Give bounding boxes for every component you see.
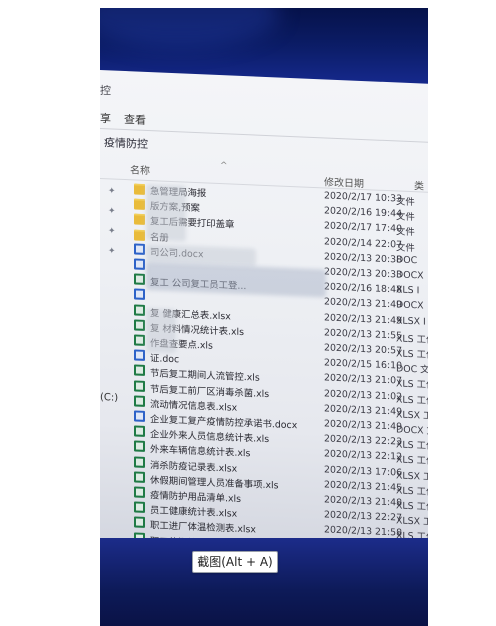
file-date: 2020/2/16 18:48 (324, 281, 403, 296)
folder-icon (134, 213, 145, 226)
excel-file-icon (134, 440, 145, 453)
file-date: 2020/2/17 17:40 (324, 220, 403, 236)
file-date: 2020/2/13 22:23 (324, 433, 403, 448)
file-type: XLS 工作 (396, 485, 428, 498)
file-date: 2020/2/13 21:58 (324, 524, 403, 540)
excel-file-icon (134, 319, 145, 331)
file-date: 2020/2/17 10:33 (324, 190, 403, 205)
file-type: 文件 (396, 241, 415, 254)
excel-file-icon (134, 304, 145, 316)
excel-file-icon (134, 456, 145, 468)
word-doc-icon (134, 349, 145, 362)
file-type: DOC 文 (396, 363, 428, 376)
excel-file-icon (134, 273, 145, 286)
file-type: 文件 (396, 211, 415, 224)
excel-file-icon (134, 364, 145, 377)
word-doc-icon (134, 288, 145, 301)
column-header-name[interactable]: 名称 (130, 161, 150, 177)
word-doc-icon (134, 243, 145, 255)
file-type: XLS I (396, 284, 420, 297)
folder-icon (134, 229, 145, 241)
sort-arrow-icon: ^ (220, 161, 228, 172)
file-date: 2020/2/13 21:49 (324, 403, 403, 418)
file-date: 2020/2/13 21:49 (324, 418, 403, 433)
window-title: 控 (100, 84, 111, 98)
file-type: XLS 工作 (396, 454, 428, 468)
file-type: 文件 (396, 226, 415, 239)
file-date: 2020/2/13 21:07 (324, 372, 403, 388)
column-header-date[interactable]: 修改日期 (324, 173, 364, 190)
file-date: 2020/2/13 20:33 (324, 266, 403, 281)
file-type: XLS 工作 (396, 439, 428, 453)
file-date: 2020/2/13 20:57 (324, 342, 403, 357)
file-date: 2020/2/15 16:10 (324, 357, 403, 372)
file-date: 2020/2/13 22:27 (324, 509, 403, 524)
file-type: 文件 (396, 196, 415, 209)
excel-file-icon (134, 380, 145, 392)
file-date: 2020/2/13 21:48 (324, 494, 403, 509)
file-type: XLS 工作 (396, 333, 428, 346)
screenshot-tooltip: 截图(Alt + A) (192, 551, 278, 573)
file-type: XLSX 工 (396, 409, 428, 422)
file-type: DOCX (396, 269, 424, 282)
privacy-smudge (146, 183, 186, 242)
excel-file-icon (134, 471, 145, 483)
file-date: 2020/2/13 21:49 (324, 296, 403, 312)
file-explorer-window: 控 享 查看 疫情防控 ^ 名称 修改日期 类 ✦ ✦ ✦ ✦ (C:) 急管理… (100, 70, 428, 554)
word-doc-icon (134, 258, 145, 270)
file-type: XLS 工作 (396, 393, 428, 407)
folder-icon (134, 183, 145, 195)
breadcrumb[interactable]: 疫情防控 (104, 134, 148, 152)
file-date: 2020/2/13 17:06 (324, 463, 403, 479)
file-date: 2020/2/13 21:49 (324, 311, 403, 327)
excel-file-icon (134, 425, 145, 438)
file-date: 2020/2/16 19:44 (324, 205, 403, 220)
excel-file-icon (134, 501, 145, 514)
excel-file-icon (134, 516, 145, 529)
excel-file-icon (134, 395, 145, 407)
file-type: DOC (396, 254, 418, 267)
file-date: 2020/2/13 22:12 (324, 448, 403, 464)
file-date: 2020/2/13 21:55 (324, 327, 403, 342)
file-date: 2020/2/13 21:45 (324, 479, 403, 494)
file-type: XLS 工作 (396, 378, 428, 392)
tab-view[interactable]: 查看 (124, 111, 146, 128)
file-date: 2020/2/13 20:38 (324, 251, 403, 266)
file-type: XLSX I (396, 314, 426, 328)
file-type: DOCX (396, 299, 424, 312)
file-date: 2020/2/13 21:02 (324, 387, 403, 403)
file-date: 2020/2/14 22:07 (324, 235, 403, 251)
file-type: XLS 工作 (396, 348, 428, 362)
excel-file-icon (134, 334, 145, 346)
privacy-smudge (146, 307, 176, 354)
file-type: DOCX 文 (396, 424, 428, 437)
word-doc-icon (134, 410, 145, 422)
ribbon-divider (100, 128, 428, 143)
column-header-type[interactable]: 类 (414, 177, 424, 192)
tab-share[interactable]: 享 (100, 110, 111, 126)
folder-icon (134, 198, 145, 211)
glare-top (100, 8, 280, 48)
photo-frame: 控 享 查看 疫情防控 ^ 名称 修改日期 类 ✦ ✦ ✦ ✦ (C:) 急管理… (100, 8, 428, 626)
excel-file-icon (134, 486, 145, 498)
